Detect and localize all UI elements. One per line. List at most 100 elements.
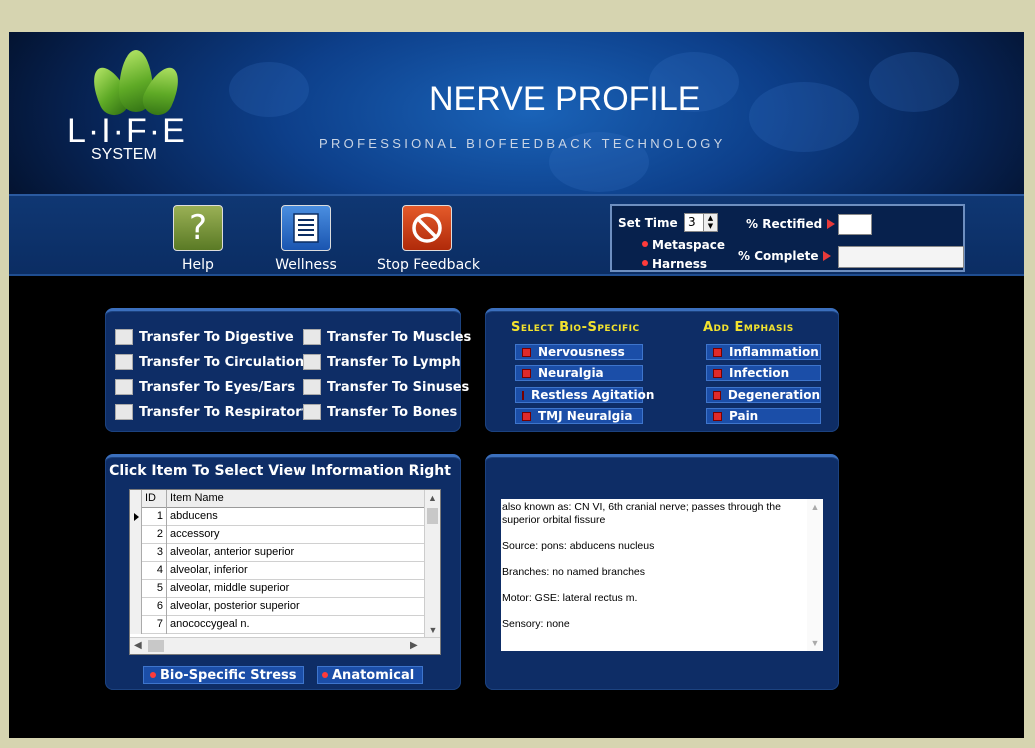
checkbox[interactable]	[115, 329, 133, 345]
row-selector	[130, 544, 142, 562]
stop-feedback-button[interactable]: Stop Feedback	[377, 205, 480, 273]
chevron-up-icon[interactable]: ▲	[807, 499, 823, 515]
transfer-label: Transfer To Circulation	[139, 354, 305, 370]
chevron-left-icon[interactable]: ◀	[134, 640, 142, 651]
page-title: NERVE PROFILE	[429, 80, 701, 118]
complete-progress-field	[838, 246, 964, 268]
table-row[interactable]: 1 abducens	[130, 508, 425, 526]
transfer-digestive[interactable]: Transfer To Digestive	[115, 329, 294, 345]
info-line: Source: pons: abducens nucleus	[502, 540, 655, 552]
transfer-label: Transfer To Eyes/Ears	[139, 379, 296, 395]
table-row[interactable]: 6 alveolar, posterior superior	[130, 598, 425, 616]
transfer-circulation[interactable]: Transfer To Circulation	[115, 354, 304, 370]
checkbox[interactable]	[303, 379, 321, 395]
row-id: 5	[142, 580, 167, 598]
wellness-label: Wellness	[275, 257, 337, 273]
chevron-up-icon[interactable]: ▲	[425, 490, 440, 506]
transfer-sinuses[interactable]: Transfer To Sinuses	[303, 379, 469, 395]
bio-specific-stress-option[interactable]: Bio-Specific Stress	[143, 666, 304, 684]
chevron-right-icon[interactable]: ▶	[410, 640, 418, 651]
info-line: also known as: CN VI, 6th cranial nerve;…	[502, 501, 781, 526]
vertical-scrollbar[interactable]: ▲ ▼	[424, 490, 440, 638]
emphasis-title: Add Emphasis	[703, 320, 794, 335]
checkbox[interactable]	[115, 404, 133, 420]
document-icon	[281, 205, 331, 251]
row-selector	[130, 580, 142, 598]
bio-tmj-neuralgia-button[interactable]: TMJ Neuralgia	[515, 408, 643, 424]
metaspace-option[interactable]: Metaspace	[642, 238, 725, 252]
row-name: alveolar, middle superior	[170, 582, 290, 594]
bio-label: Restless Agitation	[531, 388, 655, 402]
table-row[interactable]: 2 accessory	[130, 526, 425, 544]
stop-icon	[402, 205, 452, 251]
row-name: alveolar, posterior superior	[170, 600, 300, 612]
table-row[interactable]: 4 alveolar, inferior	[130, 562, 425, 580]
transfer-label: Transfer To Sinuses	[327, 379, 470, 395]
checkbox[interactable]	[303, 354, 321, 370]
decor-dot	[749, 82, 859, 152]
rectified-field	[838, 214, 872, 235]
chevron-down-icon[interactable]: ▼	[807, 635, 823, 651]
info-scrollbar[interactable]: ▲ ▼	[807, 499, 823, 651]
grid-header: ID Item Name	[130, 490, 425, 508]
transfer-lymph[interactable]: Transfer To Lymph	[303, 354, 461, 370]
row-name: alveolar, inferior	[170, 564, 248, 576]
info-line: Sensory: none	[502, 618, 570, 630]
rectified-text: % Rectified	[746, 217, 823, 231]
help-label: Help	[182, 257, 214, 273]
item-grid[interactable]: ID Item Name 1 abducens 2 accessory 3 al…	[129, 489, 441, 655]
table-row[interactable]: 3 alveolar, anterior superior	[130, 544, 425, 562]
scroll-thumb[interactable]	[427, 508, 438, 524]
bio-label: Neuralgia	[538, 366, 604, 380]
checkbox[interactable]	[115, 354, 133, 370]
transfer-muscles[interactable]: Transfer To Muscles	[303, 329, 471, 345]
bio-label: TMJ Neuralgia	[538, 409, 633, 423]
row-selector	[130, 562, 142, 580]
rectified-label: % Rectified	[746, 217, 836, 231]
row-name: abducens	[170, 510, 218, 522]
checkbox[interactable]	[303, 404, 321, 420]
emphasis-inflammation-button[interactable]: Inflammation	[706, 344, 821, 360]
table-row[interactable]: 5 alveolar, middle superior	[130, 580, 425, 598]
anatomical-option[interactable]: Anatomical	[317, 666, 423, 684]
checkbox[interactable]	[303, 329, 321, 345]
horizontal-scrollbar[interactable]: ◀ ▶	[130, 637, 440, 654]
table-row[interactable]: 7 anococcygeal n.	[130, 616, 425, 634]
wellness-button[interactable]: Wellness	[256, 205, 356, 273]
bio-nervousness-button[interactable]: Nervousness	[515, 344, 643, 360]
row-selector	[130, 508, 142, 526]
transfer-label: Transfer To Bones	[327, 404, 458, 420]
radio-dot-icon	[642, 241, 648, 247]
bio-neuralgia-button[interactable]: Neuralgia	[515, 365, 643, 381]
row-selector	[130, 526, 142, 544]
emphasis-pain-button[interactable]: Pain	[706, 408, 821, 424]
header-banner: L·I·F·E SYSTEM NERVE PROFILE PROFESSIONA…	[9, 32, 1024, 194]
transfer-eyes-ears[interactable]: Transfer To Eyes/Ears	[115, 379, 295, 395]
transfer-bones[interactable]: Transfer To Bones	[303, 404, 457, 420]
anatomical-label: Anatomical	[332, 667, 415, 683]
radio-dot-icon	[150, 672, 156, 678]
emphasis-infection-button[interactable]: Infection	[706, 365, 821, 381]
red-square-icon	[713, 347, 722, 357]
transfer-respiratory[interactable]: Transfer To Respiratory	[115, 404, 310, 420]
stepper-arrows-icon[interactable]: ▲ ▼	[703, 214, 717, 231]
help-glyph: ?	[188, 208, 208, 248]
scroll-thumb[interactable]	[148, 640, 164, 652]
column-header-id[interactable]: ID	[142, 490, 167, 508]
emphasis-label: Infection	[729, 366, 790, 380]
help-button[interactable]: ? Help	[148, 205, 248, 273]
bio-restless-agitation-button[interactable]: Restless Agitation	[515, 387, 654, 403]
arrow-right-icon	[823, 251, 832, 261]
emphasis-degeneration-button[interactable]: Degeneration	[706, 387, 821, 403]
checkbox[interactable]	[115, 379, 133, 395]
column-header-name[interactable]: Item Name	[170, 490, 224, 508]
app-window: L·I·F·E SYSTEM NERVE PROFILE PROFESSIONA…	[9, 32, 1024, 738]
transfer-label: Transfer To Respiratory	[139, 404, 311, 420]
set-time-stepper[interactable]: 3 ▲ ▼	[684, 213, 718, 232]
harness-option[interactable]: Harness	[642, 257, 707, 271]
status-box: Set Time 3 ▲ ▼ % Rectified Metaspace Harn…	[610, 204, 965, 272]
info-textbox[interactable]: also known as: CN VI, 6th cranial nerve;…	[501, 499, 823, 651]
logo-subtext: SYSTEM	[91, 146, 157, 163]
metaspace-label: Metaspace	[652, 238, 725, 252]
chevron-down-icon[interactable]: ▼	[425, 622, 440, 638]
